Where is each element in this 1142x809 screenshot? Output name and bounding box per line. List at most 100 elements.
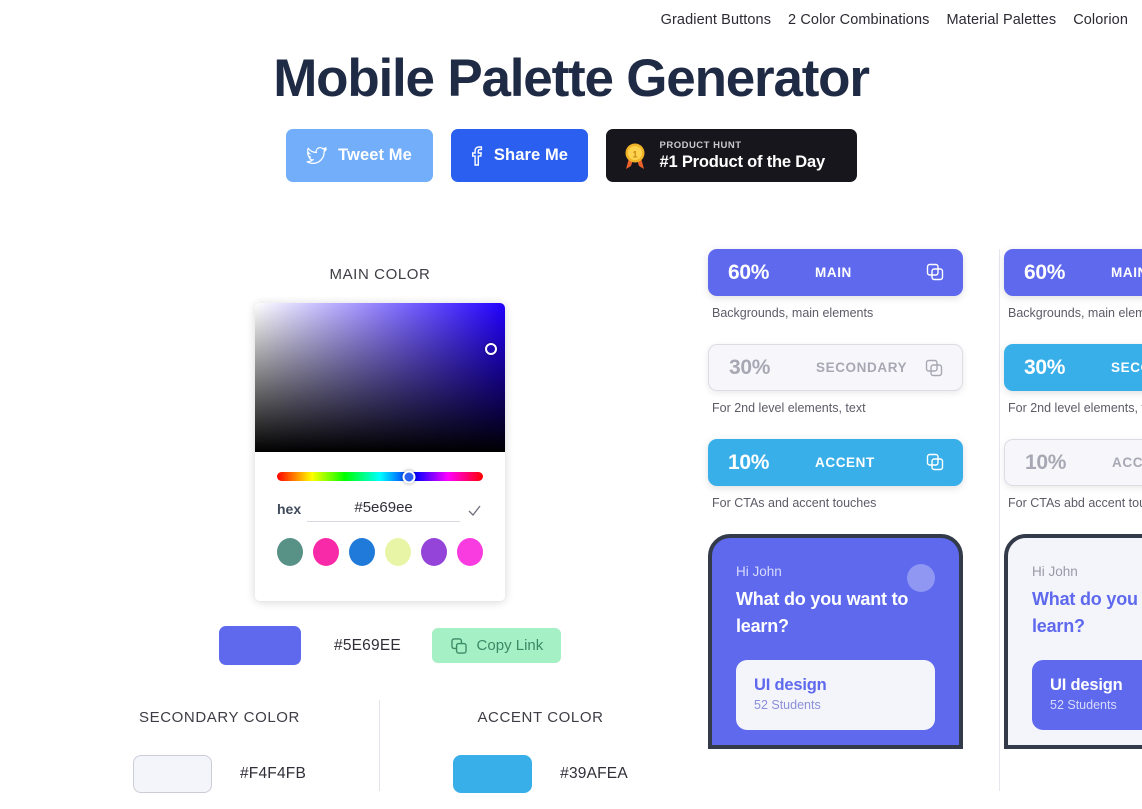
palette-a-card-accent-name: ACCENT <box>815 455 875 470</box>
secondary-color-title: SECONDARY COLOR <box>139 709 300 726</box>
accent-color-chip[interactable] <box>453 755 533 793</box>
palette-b-card-secondary[interactable]: 30% SECONDARY <box>1004 344 1142 391</box>
secondary-color-section: SECONDARY COLOR #F4F4FB <box>60 709 379 793</box>
phone-a-course-students: 52 Students <box>754 698 821 712</box>
palette-b-card-block-1: 30% SECONDARY For 2nd level elements, te… <box>1004 344 1142 415</box>
check-icon[interactable] <box>466 502 483 522</box>
palette-b-card-accent-name: ACCENT <box>1112 455 1142 470</box>
palette-a-card-accent[interactable]: 10% ACCENT <box>708 439 963 486</box>
phone-preview-b: Hi John What do you want to learn? UI de… <box>1004 534 1142 749</box>
palette-b-card-block-0: 60% MAIN Backgrounds, main elements <box>1004 249 1142 320</box>
color-picker: hex <box>255 303 505 601</box>
phone-a-heading: What do you want to learn? <box>736 589 909 636</box>
palette-b-card-accent-percent: 10% <box>1025 450 1067 474</box>
copy-icon <box>450 637 468 655</box>
accent-color-hex-text: #39AFEA <box>560 765 628 782</box>
copy-icon[interactable] <box>924 358 944 378</box>
copy-icon[interactable] <box>925 262 945 282</box>
phone-a-course-title: UI design <box>754 676 827 694</box>
avatar <box>907 564 935 592</box>
facebook-icon <box>470 145 483 166</box>
tweet-me-button[interactable]: Tweet Me <box>285 129 433 182</box>
preset-swatch-5[interactable] <box>421 538 447 566</box>
copy-icon[interactable] <box>925 452 945 472</box>
palette-b-card-secondary-percent: 30% <box>1024 355 1066 379</box>
palette-a-card-block-1: 30% SECONDARY For 2nd level elements, te… <box>708 344 986 415</box>
panel-divider <box>999 249 1000 791</box>
preset-swatch-3[interactable] <box>349 538 375 566</box>
palette-a-card-main-name: MAIN <box>815 265 852 280</box>
preset-swatches <box>255 522 505 566</box>
nav-link-gradient-buttons[interactable]: Gradient Buttons <box>661 12 771 28</box>
palette-b-card-main-percent: 60% <box>1024 260 1066 284</box>
hue-slider[interactable] <box>277 470 483 483</box>
saturation-handle[interactable] <box>485 343 497 355</box>
palette-b-card-block-2: 10% ACCENT For CTAs abd accent touches <box>1004 439 1142 510</box>
accent-color-section: ACCENT COLOR #39AFEA <box>381 709 700 793</box>
copy-link-button[interactable]: Copy Link <box>431 628 561 663</box>
palette-a-card-main[interactable]: 60% MAIN <box>708 249 963 296</box>
hex-label: hex <box>277 501 302 517</box>
medal-icon: 1 <box>622 141 648 171</box>
top-navigation: Gradient Buttons 2 Color Combinations Ma… <box>661 12 1128 28</box>
palette-a-card-main-percent: 60% <box>728 260 770 284</box>
phone-a-course-card[interactable]: UI design 52 Students <box>736 660 935 730</box>
share-me-button[interactable]: Share Me <box>450 129 588 182</box>
palette-a-card-accent-caption: For CTAs and accent touches <box>712 496 877 510</box>
saturation-value-panel[interactable] <box>255 303 505 452</box>
hex-input[interactable] <box>307 499 460 516</box>
phone-b-course-title: UI design <box>1050 676 1123 694</box>
palette-a-card-block-0: 60% MAIN Backgrounds, main elements <box>708 249 986 320</box>
phone-b-course-students: 52 Students <box>1050 698 1117 712</box>
phone-b-course-card[interactable]: UI design 52 Students <box>1032 660 1142 730</box>
preset-swatch-2[interactable] <box>313 538 339 566</box>
phone-b-heading: What do you want to learn? <box>1032 589 1142 636</box>
phone-a-greeting: Hi John <box>736 564 782 579</box>
preset-swatch-4[interactable] <box>385 538 411 566</box>
palette-preview-b: 60% MAIN Backgrounds, main elements 30% … <box>1004 249 1142 809</box>
product-hunt-badge[interactable]: 1 PRODUCT HUNT #1 Product of the Day <box>605 129 857 182</box>
hex-input-row: hex <box>255 481 505 522</box>
secondary-color-body: #F4F4FB <box>60 755 379 793</box>
secondary-color-chip[interactable] <box>132 755 212 793</box>
main-color-result-row: #5E69EE Copy Link <box>219 626 561 665</box>
palette-b-card-accent-caption: For CTAs abd accent touches <box>1008 496 1142 510</box>
nav-link-colorion[interactable]: Colorion <box>1073 12 1128 28</box>
palette-a-card-secondary-name: SECONDARY <box>816 360 908 375</box>
palette-a-card-secondary[interactable]: 30% SECONDARY <box>708 344 963 391</box>
palette-a-card-secondary-caption: For 2nd level elements, text <box>712 401 866 415</box>
nav-link-material-palettes[interactable]: Material Palettes <box>946 12 1056 28</box>
hue-slider-wrapper <box>255 452 505 483</box>
palette-b-card-secondary-caption: For 2nd level elements, text <box>1008 401 1142 415</box>
accent-color-body: #39AFEA <box>381 755 700 793</box>
main-color-hex-text: #5E69EE <box>334 636 401 654</box>
palette-b-card-main-name: MAIN <box>1111 265 1142 280</box>
main-color-chip[interactable] <box>219 626 301 665</box>
accent-color-title: ACCENT COLOR <box>477 709 604 726</box>
svg-text:1: 1 <box>632 149 637 159</box>
palette-a-card-secondary-percent: 30% <box>729 355 771 379</box>
product-hunt-texts: PRODUCT HUNT #1 Product of the Day <box>659 139 826 171</box>
hue-handle[interactable] <box>402 470 416 483</box>
hex-input-wrapper <box>307 499 460 522</box>
palette-b-card-secondary-name: SECONDARY <box>1111 360 1142 375</box>
palette-a-card-main-caption: Backgrounds, main elements <box>712 306 874 320</box>
palette-a-card-block-2: 10% ACCENT For CTAs and accent touches <box>708 439 986 510</box>
product-hunt-label: #1 Product of the Day <box>659 153 826 171</box>
bottom-divider <box>379 700 380 791</box>
social-buttons-row: Tweet Me Share Me 1 PRODUCT HUNT #1 Prod… <box>0 129 1142 182</box>
preset-swatch-1[interactable] <box>277 538 303 566</box>
preset-swatch-6[interactable] <box>457 538 483 566</box>
main-color-section-label: MAIN COLOR <box>329 266 431 283</box>
product-hunt-kicker: PRODUCT HUNT <box>659 139 742 151</box>
palette-a-card-accent-percent: 10% <box>728 450 770 474</box>
phone-preview-a: Hi John What do you want to learn? UI de… <box>708 534 963 749</box>
palette-b-card-main-caption: Backgrounds, main elements <box>1008 306 1142 320</box>
palette-b-card-accent[interactable]: 10% ACCENT <box>1004 439 1142 486</box>
nav-link-2-color-combinations[interactable]: 2 Color Combinations <box>788 12 929 28</box>
copy-link-label: Copy Link <box>476 637 544 654</box>
phone-b-greeting: Hi John <box>1032 564 1078 579</box>
palette-b-card-main[interactable]: 60% MAIN <box>1004 249 1142 296</box>
secondary-color-hex-text: #F4F4FB <box>239 765 306 782</box>
share-me-label: Share Me <box>493 146 569 164</box>
